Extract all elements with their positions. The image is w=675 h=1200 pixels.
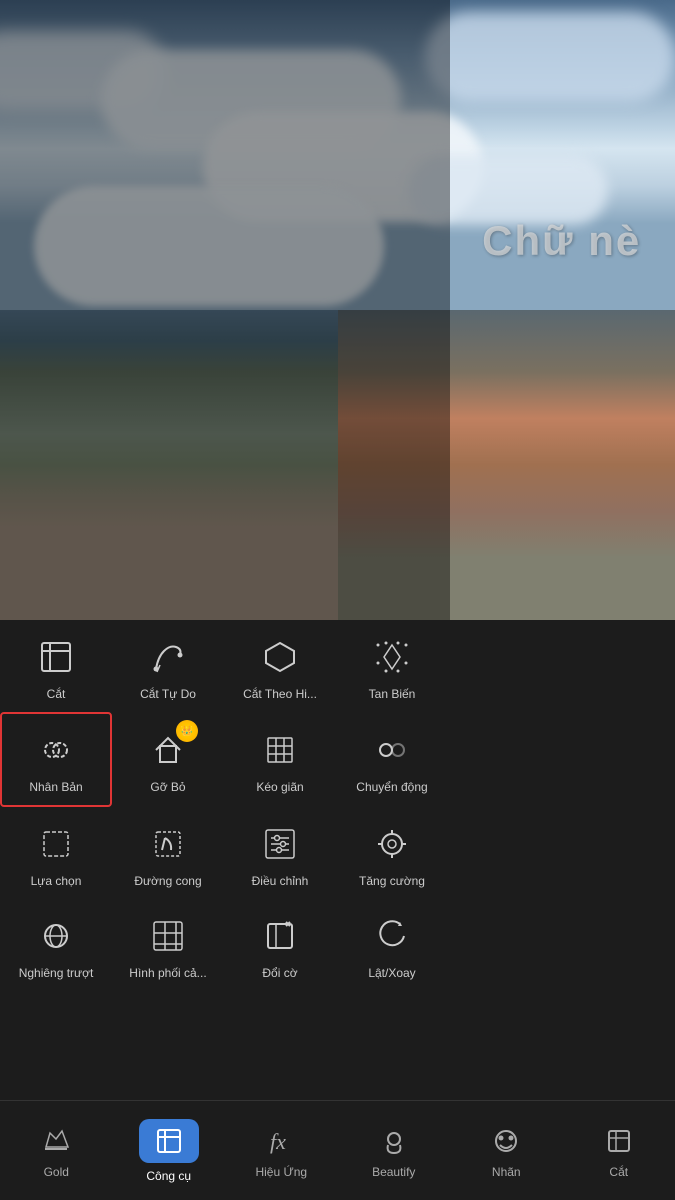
nav-item-beautify[interactable]: Beautify [338, 1115, 451, 1187]
nav-icon-cat-nav [601, 1123, 637, 1159]
nav-label-cong-cu: Công cụ [146, 1169, 191, 1183]
tool-item-hinh-phoi[interactable]: Hình phối cả... [112, 899, 224, 991]
tool-item-lua-chon[interactable]: Lựa chọn [0, 807, 112, 899]
tool-item-tan-bien[interactable]: Tan Biến [336, 620, 448, 712]
tool-label-cat: Cắt [47, 687, 66, 701]
tool-label-go-bo: Gỡ Bỏ [150, 780, 185, 794]
tool-item-tang-cuong[interactable]: Tăng cường [336, 807, 448, 899]
nav-icon-wrapper-nhan [488, 1123, 524, 1159]
bottom-panel: Cắt Cắt Tự Do Cắt Theo Hi... Tan Biến Nhân B… [0, 620, 675, 1200]
tool-item-lat-xoay[interactable]: Lật/Xoay [336, 899, 448, 991]
premium-badge: 👑 [176, 720, 198, 742]
tool-label-dieu-chinh: Điều chỉnh [252, 874, 309, 888]
tool-icon-nghieng-truot [34, 914, 78, 958]
tool-icon-duong-cong [146, 822, 190, 866]
tool-icon-doi-co [258, 914, 302, 958]
nav-icon-cong-cu [151, 1123, 187, 1159]
tool-icon-cat-theo-hinh [258, 635, 302, 679]
nav-icon-beautify [376, 1123, 412, 1159]
tool-icon-dieu-chinh [258, 822, 302, 866]
tool-icon-cat-tu-do [146, 635, 190, 679]
nav-label-gold: Gold [44, 1165, 69, 1179]
tool-label-tan-bien: Tan Biến [369, 687, 416, 701]
nav-icon-gold [38, 1123, 74, 1159]
nav-item-cat-nav[interactable]: Cắt [563, 1115, 675, 1187]
tool-icon-lat-xoay [370, 914, 414, 958]
nav-icon-nhan [488, 1123, 524, 1159]
tool-label-duong-cong: Đường cong [134, 874, 201, 888]
nav-icon-hieu-ung: fx [263, 1123, 299, 1159]
nav-label-beautify: Beautify [372, 1165, 415, 1179]
tool-label-cat-tu-do: Cắt Tự Do [140, 687, 196, 701]
tool-icon-chuyen-dong [370, 728, 414, 772]
tool-label-tang-cuong: Tăng cường [359, 874, 425, 888]
panel-overlay [0, 0, 450, 620]
cloud-3 [425, 12, 675, 102]
tool-label-lua-chon: Lựa chọn [31, 874, 82, 888]
tool-icon-tang-cuong [370, 822, 414, 866]
nav-icon-wrapper-cat-nav [601, 1123, 637, 1159]
nav-item-hieu-ung[interactable]: fx Hiệu Ứng [225, 1115, 338, 1187]
tool-label-hinh-phoi: Hình phối cả... [129, 966, 206, 980]
tool-icon-keo-gian [258, 728, 302, 772]
bottom-nav: Gold Công cụ fx Hiệu Ứng Beautify Nhãn Cắt [0, 1100, 675, 1200]
tool-item-cat[interactable]: Cắt [0, 620, 112, 712]
nav-icon-wrapper-cong-cu [139, 1119, 199, 1163]
nav-item-nhan[interactable]: Nhãn [450, 1115, 563, 1187]
tool-label-chuyen-dong: Chuyển động [356, 780, 427, 794]
nav-label-hieu-ung: Hiệu Ứng [255, 1165, 307, 1179]
tool-item-chuyen-dong[interactable]: Chuyển động [336, 712, 448, 806]
main-container: Chữ nè Cắt Cắt Tự Do Cắt Theo Hi... Tan Biế… [0, 0, 675, 1200]
nav-icon-wrapper-gold [38, 1123, 74, 1159]
nav-item-gold[interactable]: Gold [0, 1115, 113, 1187]
tool-grid: Cắt Cắt Tự Do Cắt Theo Hi... Tan Biến Nhân B… [0, 620, 450, 992]
tool-item-doi-co[interactable]: Đổi cờ [224, 899, 336, 991]
tool-icon-nhan-ban [34, 728, 78, 772]
tool-item-cat-theo-hinh[interactable]: Cắt Theo Hi... [224, 620, 336, 712]
tool-item-keo-gian[interactable]: Kéo giãn [224, 712, 336, 806]
tool-item-dieu-chinh[interactable]: Điều chỉnh [224, 807, 336, 899]
nav-item-cong-cu[interactable]: Công cụ [113, 1111, 226, 1191]
tool-label-keo-gian: Kéo giãn [256, 780, 303, 794]
tool-label-cat-theo-hinh: Cắt Theo Hi... [243, 687, 317, 701]
tool-item-nghieng-truot[interactable]: Nghiêng trượt [0, 899, 112, 991]
tool-icon-hinh-phoi [146, 914, 190, 958]
photo-container: Chữ nè [0, 0, 675, 620]
tool-label-nhan-ban: Nhân Bản [29, 780, 82, 794]
tool-item-nhan-ban[interactable]: Nhân Bản [0, 712, 112, 806]
tool-icon-lua-chon [34, 822, 78, 866]
nav-label-cat-nav: Cắt [609, 1165, 628, 1179]
svg-text:fx: fx [270, 1129, 286, 1154]
tool-icon-tan-bien [370, 635, 414, 679]
tool-icon-cat [34, 635, 78, 679]
watermark-text: Chữ nè [482, 217, 641, 265]
tool-label-doi-co: Đổi cờ [262, 966, 297, 980]
nav-icon-wrapper-hieu-ung: fx [263, 1123, 299, 1159]
tool-item-cat-tu-do[interactable]: Cắt Tự Do [112, 620, 224, 712]
tool-item-duong-cong[interactable]: Đường cong [112, 807, 224, 899]
tool-label-nghieng-truot: Nghiêng trượt [19, 966, 94, 980]
tool-label-lat-xoay: Lật/Xoay [368, 966, 415, 980]
tool-icon-go-bo: 👑 [146, 728, 190, 772]
nav-label-nhan: Nhãn [492, 1165, 521, 1179]
tool-item-go-bo[interactable]: 👑 Gỡ Bỏ [112, 712, 224, 806]
nav-icon-wrapper-beautify [376, 1123, 412, 1159]
